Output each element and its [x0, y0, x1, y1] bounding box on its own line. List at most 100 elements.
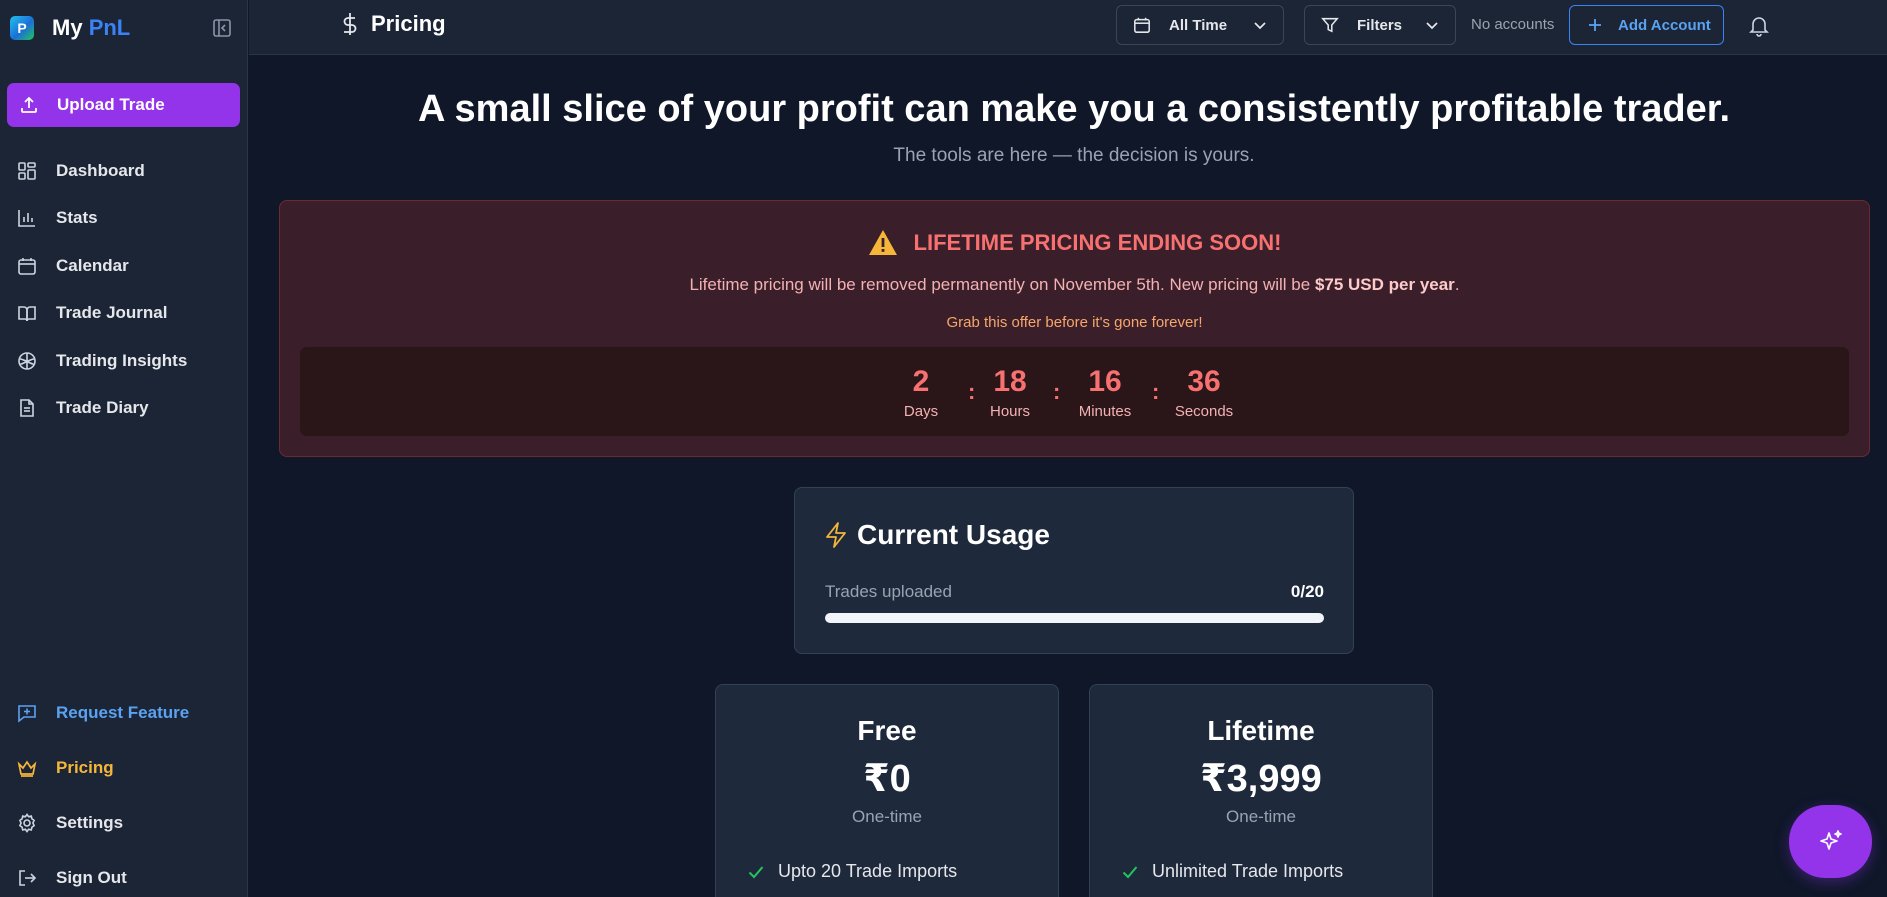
plan-feature-text: Upto 20 Trade Imports	[778, 861, 958, 881]
upload-trade-button[interactable]: Upload Trade	[7, 83, 240, 127]
countdown-value: 16	[1088, 365, 1122, 398]
gear-icon	[18, 813, 36, 833]
pricing-headline: A small slice of your profit can make yo…	[417, 88, 1731, 130]
chevron-down-icon	[1254, 22, 1266, 30]
dashboard-icon	[18, 162, 36, 180]
sidebar-item-label: Trade Diary	[56, 398, 149, 417]
date-range-value: All Time	[1169, 16, 1228, 34]
sign-out-icon	[19, 870, 37, 886]
sidebar-item-label: Trade Journal	[56, 303, 168, 322]
plan-price: ₹0	[863, 758, 911, 800]
sidebar-item-calendar[interactable]: Calendar	[0, 246, 248, 286]
plus-icon	[1589, 19, 1601, 31]
countdown-label: Minutes	[1078, 403, 1132, 420]
sparkles-icon	[1819, 829, 1842, 850]
usage-title: Current Usage	[825, 519, 1050, 551]
sidebar-item-dashboard[interactable]: Dashboard	[0, 151, 248, 191]
upload-icon	[21, 96, 37, 113]
upload-trade-label: Upload Trade	[57, 95, 165, 114]
countdown-value: 18	[993, 365, 1027, 398]
plan-period: One-time	[1226, 807, 1296, 826]
add-account-button[interactable]: Add Account	[1569, 5, 1724, 45]
filters-dropdown[interactable]: Filters	[1304, 5, 1456, 45]
plan-feature: Unlimited Trade Imports	[1122, 861, 1343, 882]
sidebar-item-label: Stats	[56, 208, 98, 227]
ai-assistant-button[interactable]	[1789, 805, 1872, 878]
notification-bell-icon[interactable]	[1749, 15, 1769, 42]
pricing-subheadline: The tools are here — the decision is you…	[893, 145, 1255, 166]
check-icon	[748, 865, 764, 878]
bar-chart-icon	[18, 210, 35, 227]
top-bar: Pricing All Time Filters No accounts Add…	[249, 0, 1887, 55]
trades-uploaded-count: 0/20	[1290, 582, 1324, 601]
calendar-icon	[1134, 17, 1150, 33]
collapse-sidebar-icon[interactable]	[212, 18, 232, 38]
banner-title-text: LIFETIME PRICING ENDING SOON!	[913, 229, 1282, 255]
add-account-label: Add Account	[1618, 16, 1711, 34]
check-icon	[1122, 865, 1138, 878]
sidebar-item-label: Trading Insights	[56, 351, 188, 370]
sidebar-item-pricing[interactable]: Pricing	[0, 748, 248, 788]
plan-price: ₹3,999	[1200, 758, 1322, 800]
sidebar-item-stats[interactable]: Stats	[0, 198, 248, 238]
countdown-separator: :	[968, 379, 976, 404]
banner-message: Lifetime pricing will be removed permane…	[280, 275, 1869, 295]
countdown-label: Hours	[989, 403, 1030, 420]
sidebar-item-label: Request Feature	[56, 703, 190, 722]
banner-message-end: .	[1454, 275, 1460, 294]
brand-accent: PnL	[88, 15, 131, 40]
countdown-separator: :	[1053, 379, 1061, 404]
countdown-label: Days	[903, 403, 939, 420]
plan-name: Free	[857, 715, 917, 746]
banner-cta-text: Grab this offer before it's gone forever…	[946, 314, 1203, 331]
plan-feature: Upto 20 Trade Imports	[748, 861, 957, 882]
sidebar-item-settings[interactable]: Settings	[0, 803, 248, 843]
countdown-value: 36	[1187, 365, 1221, 398]
lifetime-pricing-banner: LIFETIME PRICING ENDING SOON! Lifetime p…	[279, 200, 1870, 457]
date-range-dropdown[interactable]: All Time	[1116, 5, 1284, 45]
brand-prefix: My	[52, 15, 89, 40]
plan-name: Lifetime	[1207, 715, 1315, 746]
sidebar-item-label: Sign Out	[56, 868, 127, 887]
current-usage-card: Current Usage Trades uploaded 0/20	[794, 487, 1354, 654]
countdown-days: 2 Days	[901, 365, 941, 420]
plan-period: One-time	[852, 807, 922, 826]
sidebar-item-request-feature[interactable]: Request Feature	[0, 693, 248, 733]
app-logo: P	[10, 16, 34, 40]
brand[interactable]: P My PnL	[10, 14, 130, 42]
sidebar: P My PnL Upload Trade Dashboard Stats Ca…	[0, 0, 248, 897]
no-accounts-text: No accounts	[1471, 16, 1555, 33]
brand-name: My PnL	[52, 15, 130, 41]
sidebar-item-trading-insights[interactable]: Trading Insights	[0, 341, 248, 381]
message-plus-icon	[18, 705, 36, 723]
calendar-icon	[18, 258, 36, 275]
book-icon	[18, 306, 36, 322]
document-icon	[20, 399, 34, 417]
sidebar-item-trade-journal[interactable]: Trade Journal	[0, 293, 248, 333]
plan-card-lifetime: Lifetime ₹3,999 One-time Unlimited Trade…	[1089, 684, 1433, 897]
trades-uploaded-label: Trades uploaded	[825, 582, 952, 601]
sidebar-item-label: Settings	[56, 813, 124, 832]
warning-icon	[868, 230, 897, 255]
plan-card-free: Free ₹0 One-time Upto 20 Trade Imports	[715, 684, 1059, 897]
usage-title-text: Current Usage	[857, 519, 1050, 550]
dollar-icon	[343, 13, 357, 35]
countdown-separator: :	[1152, 379, 1160, 404]
countdown-seconds: 36 Seconds	[1169, 365, 1239, 420]
countdown-minutes: 16 Minutes	[1070, 365, 1140, 420]
sidebar-item-trade-diary[interactable]: Trade Diary	[0, 388, 248, 428]
banner-message-start: Lifetime pricing will be removed permane…	[689, 275, 1315, 294]
countdown-value: 2	[912, 365, 930, 398]
countdown-timer: 2 Days : 18 Hours : 16 Minutes : 36 Seco…	[300, 347, 1849, 436]
plan-feature-text: Unlimited Trade Imports	[1152, 861, 1344, 881]
chevron-down-icon	[1426, 22, 1438, 30]
sidebar-item-sign-out[interactable]: Sign Out	[0, 858, 248, 897]
filter-icon	[1321, 17, 1339, 33]
logo-letter: P	[17, 20, 27, 36]
filters-label: Filters	[1357, 16, 1403, 34]
brain-icon	[18, 352, 36, 370]
countdown-hours: 18 Hours	[985, 365, 1035, 420]
countdown-label: Seconds	[1174, 403, 1234, 420]
page-title-text: Pricing	[371, 11, 446, 36]
lightning-icon	[826, 522, 846, 548]
